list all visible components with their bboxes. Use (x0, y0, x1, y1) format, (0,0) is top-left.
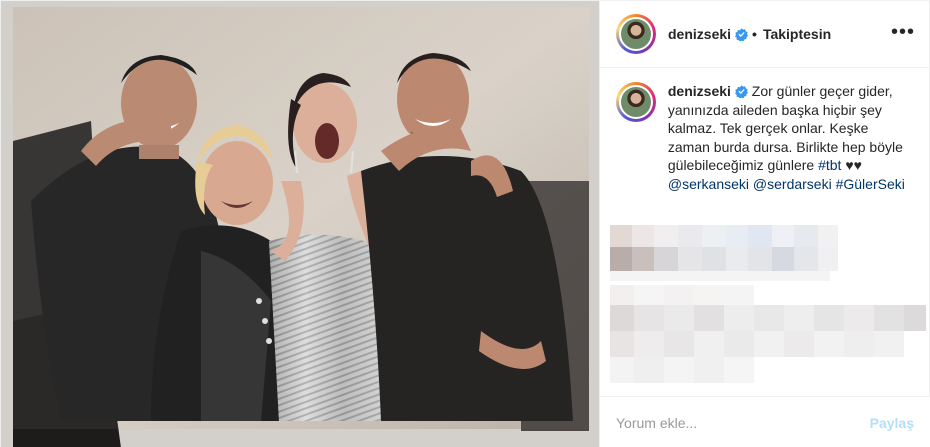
more-options-icon[interactable]: ••• (891, 22, 915, 42)
header-username[interactable]: denizseki (668, 26, 731, 42)
separator-dot: • (752, 26, 757, 42)
caption-profile-picture (618, 85, 653, 119)
caption-username[interactable]: denizseki (668, 83, 731, 99)
post-header: denizseki • Takiptesin ••• (600, 1, 929, 68)
comment-bar: Paylaş (600, 396, 930, 447)
mention-serkanseki[interactable]: @serkanseki (668, 176, 749, 192)
hearts-emoji: ♥♥ (845, 157, 862, 173)
caption-verified-badge-icon (734, 85, 748, 98)
post-caption: denizseki Zor günler geçer gider, yanını… (600, 68, 929, 193)
blurred-comments (600, 219, 930, 397)
follow-status-button[interactable]: Takiptesin (763, 26, 831, 42)
verified-badge-icon (735, 27, 749, 41)
caption-avatar[interactable] (616, 82, 656, 122)
instagram-post: denizseki • Takiptesin ••• denizseki Zor… (0, 0, 930, 447)
hashtag-tbt[interactable]: #tbt (818, 157, 841, 173)
family-photo-image (1, 1, 599, 447)
share-button[interactable]: Paylaş (870, 415, 914, 431)
comment-input[interactable] (616, 414, 870, 431)
profile-picture (619, 17, 653, 51)
hashtag-gulerseki[interactable]: #GülerSeki (836, 176, 905, 192)
header-avatar[interactable] (616, 14, 656, 54)
pixelated-comments-image (610, 225, 926, 383)
caption-body: denizseki Zor günler geçer gider, yanını… (668, 82, 913, 193)
post-sidebar: denizseki • Takiptesin ••• denizseki Zor… (599, 1, 930, 447)
mention-serdarseki[interactable]: @serdarseki (753, 176, 832, 192)
post-photo[interactable] (1, 1, 599, 447)
